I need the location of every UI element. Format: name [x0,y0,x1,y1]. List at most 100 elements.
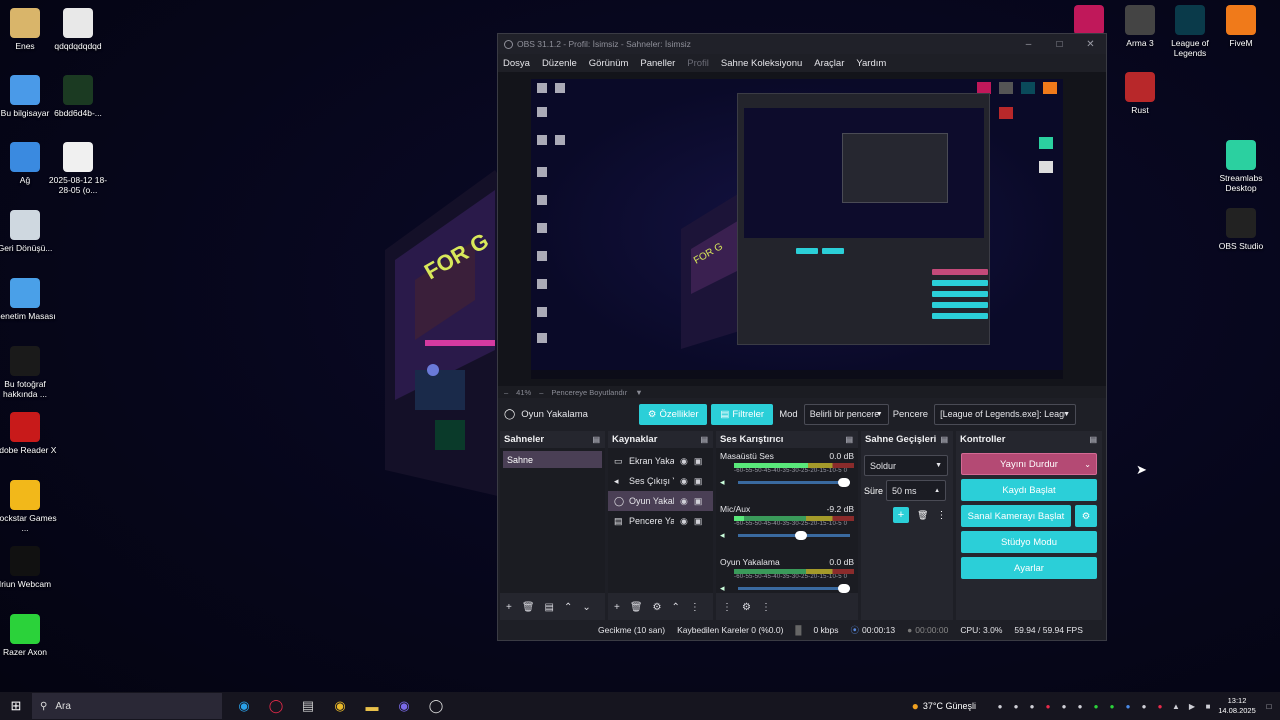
notification-icon[interactable]: □ [1258,702,1280,711]
menu-item[interactable]: Paneller [640,58,675,69]
menu-item[interactable]: Düzenle [542,58,577,69]
lock-icon[interactable]: ▣ [694,496,703,507]
dock-menu-icon[interactable]: ▤ [592,435,600,444]
capture-mode-select[interactable]: Belirli bir pencereyi yakala▼ [803,403,889,425]
menu-item[interactable]: Profil [687,58,709,69]
minimize-button[interactable]: – [1013,39,1044,50]
zoom-out-button[interactable]: – [504,388,508,397]
tray-app-icon[interactable]: ● [1152,702,1168,711]
speaker-icon[interactable]: ◂ [720,583,732,593]
tray-app-icon[interactable]: ● [1040,702,1056,711]
tray-app-icon[interactable]: ● [1088,702,1104,711]
source-item[interactable]: ▤ Pencere Yakalama ◉ ▣ [608,511,713,531]
file-manager-icon[interactable]: ▤ [292,698,324,714]
desktop-shortcut[interactable]: Streamlabs Desktop [1208,140,1274,193]
stepper-icon[interactable]: ▲ [934,488,940,494]
desktop-shortcut[interactable]: Adobe Reader X [0,412,58,455]
desktop-shortcut[interactable]: qdqdqdqdqd [45,8,111,51]
add-transition-button[interactable]: + [893,507,909,523]
speaker-icon[interactable]: ◂ [720,530,732,541]
maximize-button[interactable]: □ [1044,39,1075,50]
more-icon[interactable]: ⋮ [722,602,732,613]
volume-slider[interactable] [738,478,850,487]
more-icon[interactable]: ⋮ [761,602,771,613]
tray-app-icon[interactable]: ● [1072,702,1088,711]
obs-taskbar-icon[interactable]: ◯ [420,698,452,714]
source-item[interactable]: ◯ Oyun Yakalama ◉ ▣ [608,491,713,511]
chrome-icon[interactable]: ◉ [324,698,356,714]
lock-icon[interactable]: ▣ [694,456,703,467]
close-button[interactable]: ✕ [1075,39,1106,50]
desktop-shortcut[interactable]: Geri Dönüşü... [0,210,58,253]
more-icon[interactable]: ⋮ [936,510,946,521]
menu-item[interactable]: Araçlar [814,58,844,69]
zoom-dropdown-icon[interactable]: ▼ [635,388,642,397]
eye-icon[interactable]: ◉ [680,476,688,487]
source-item[interactable]: ◂ Ses Çıkışı Yakalama ◉ ▣ [608,471,713,491]
trash-icon[interactable]: 🗑 [630,602,643,613]
move-down-icon[interactable]: ⌄ [582,602,590,613]
scene-item[interactable]: Sahne [503,451,602,468]
tray-app-icon[interactable]: ● [1024,702,1040,711]
chevron-down-icon[interactable]: ⌄ [1084,460,1091,469]
desktop-shortcut[interactable]: FiveM [1208,5,1274,48]
start-button[interactable]: ⊞ [0,698,32,714]
scene-filter-icon[interactable]: ▤ [545,602,554,613]
virtual-camera-settings-button[interactable]: ⚙ [1075,505,1097,527]
dock-menu-icon[interactable]: ▤ [940,435,948,444]
folder-icon[interactable]: ▬ [356,699,388,714]
tray-app-icon[interactable]: ● [1120,702,1136,711]
gear-icon[interactable]: ⚙ [653,602,662,613]
menu-item[interactable]: Görünüm [589,58,629,69]
lock-icon[interactable]: ▣ [694,476,703,487]
menu-item[interactable]: Dosya [503,58,530,69]
eye-icon[interactable]: ◉ [680,496,688,507]
desktop-shortcut[interactable]: Bu fotoğraf hakkında ... [0,346,58,399]
speaker-icon[interactable]: ◂ [720,477,732,488]
source-item[interactable]: ▭ Ekran Yakalama ◉ ▣ [608,451,713,471]
properties-button[interactable]: ⚙ Özellikler [639,403,708,425]
desktop-shortcut[interactable]: Denetim Masası [0,278,58,321]
menu-item[interactable]: Sahne Koleksiyonu [721,58,802,69]
preview-area[interactable]: FOR G [498,72,1106,387]
taskbar-search[interactable]: ⚲ Ara [32,693,222,719]
zoom-mode[interactable]: Pencereye Boyutlandır [551,388,627,397]
stop-stream-button[interactable]: Yayını Durdur ⌄ [961,453,1097,475]
start-recording-button[interactable]: Kaydı Başlat [961,479,1097,501]
weather-text[interactable]: 37°C Güneşli [923,701,976,711]
move-up-icon[interactable]: ⌃ [564,602,572,613]
dock-menu-icon[interactable]: ▤ [1089,435,1097,444]
add-icon[interactable]: + [614,602,620,613]
desktop-shortcut[interactable]: Iriun Webcam [0,546,58,589]
start-virtual-camera-button[interactable]: Sanal Kamerayı Başlat [961,505,1071,527]
desktop-shortcut[interactable]: Rockstar Games ... [0,480,58,533]
desktop-shortcut[interactable]: OBS Studio [1208,208,1274,251]
wifi-icon[interactable]: ▲ [1168,702,1184,711]
eye-icon[interactable]: ◉ [680,456,688,467]
lock-icon[interactable]: ▣ [694,516,703,527]
transition-select[interactable]: Soldur ▼ [864,455,948,476]
clock[interactable]: 13:12 14.08.2025 [1216,696,1258,716]
duration-input[interactable]: 50 ms ▲ [886,480,947,501]
gear-icon[interactable]: ⚙ [742,602,751,613]
add-icon[interactable]: + [506,602,512,613]
more-icon[interactable]: ⋮ [690,602,700,613]
dock-menu-icon[interactable]: ▤ [845,435,853,444]
move-up-icon[interactable]: ⌃ [672,602,680,613]
eye-icon[interactable]: ◉ [680,516,688,527]
desktop-shortcut[interactable]: 2025-08-12 18-28-05 (o... [45,142,111,195]
window-select[interactable]: [League of Legends.exe]: League of Legen… [934,403,1077,425]
zoom-in-button[interactable]: – [539,388,543,397]
volume-slider[interactable] [738,531,850,540]
tray-app-icon[interactable]: ● [1104,702,1120,711]
trash-icon[interactable]: 🗑 [917,510,928,521]
tray-app-icon[interactable]: ● [1136,702,1152,711]
menu-item[interactable]: Yardım [856,58,886,69]
tray-app-icon[interactable]: ● [1056,702,1072,711]
studio-mode-button[interactable]: Stüdyo Modu [961,531,1097,553]
battery-icon[interactable]: ■ [1200,702,1216,711]
filters-button[interactable]: ▤ Filtreler [711,403,774,425]
edge-icon[interactable]: ◉ [228,698,260,714]
tray-app-icon[interactable]: ● [1008,702,1024,711]
desktop-shortcut[interactable]: Razer Axon [0,614,58,657]
